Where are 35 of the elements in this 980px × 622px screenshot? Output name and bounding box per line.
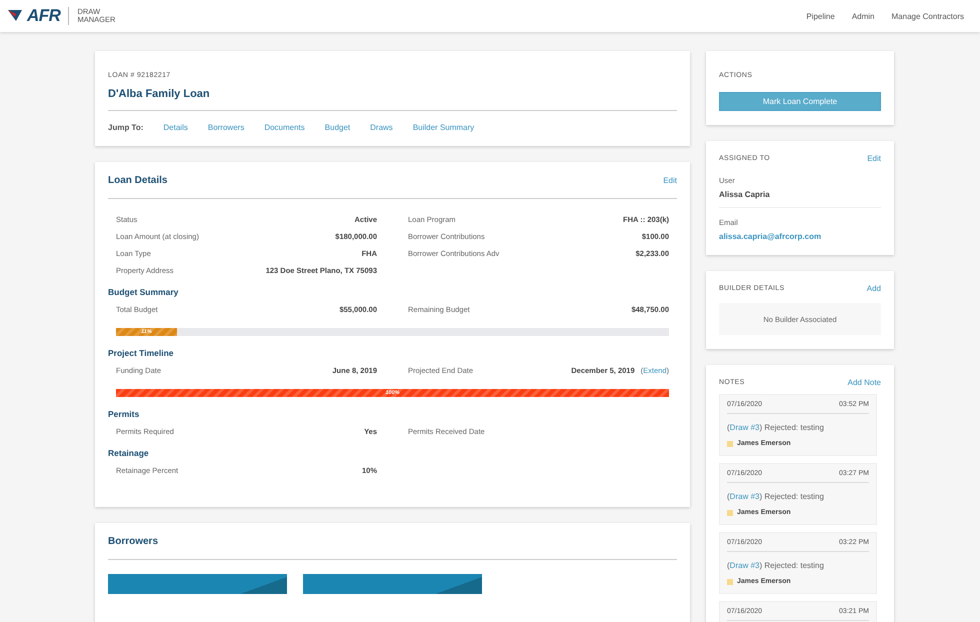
- draw-link[interactable]: Draw #3: [730, 423, 760, 432]
- note-message: (Draw #3) Rejected: testing: [727, 561, 825, 570]
- add-note-link[interactable]: Add Note: [848, 378, 881, 387]
- logo-chevron-icon: [8, 10, 22, 22]
- note-message: (Draw #3) Rejected: testing: [727, 492, 825, 501]
- edit-link[interactable]: Edit: [663, 176, 677, 185]
- user-name: Alissa Capria: [719, 190, 771, 199]
- jump-link[interactable]: Details: [163, 123, 188, 132]
- draw-link[interactable]: Draw #3: [730, 492, 760, 501]
- add-link[interactable]: Add: [866, 284, 881, 293]
- draw-link[interactable]: Draw #3: [730, 561, 760, 570]
- note-message: (Draw #3) Rejected: testing: [727, 423, 825, 432]
- jump-link[interactable]: Borrowers: [208, 123, 244, 132]
- nav-link[interactable]: Manage Contractors: [892, 12, 964, 20]
- loan-title: D'Alba Family Loan: [108, 88, 211, 100]
- logo-text: AFR: [27, 6, 60, 26]
- subsection-title: Budget Summary: [108, 287, 180, 297]
- email-link[interactable]: alissa.capria@afrcorp.com: [719, 232, 881, 241]
- subsection-title: Permits: [108, 409, 140, 419]
- section-title: Loan Details: [108, 175, 168, 186]
- subsection-title: Retainage: [108, 448, 150, 458]
- nav-link[interactable]: Pipeline: [806, 12, 835, 20]
- jump-link[interactable]: Documents: [264, 123, 305, 132]
- jump-link[interactable]: Budget: [324, 123, 350, 132]
- section-title: Borrowers: [108, 536, 160, 547]
- mark-complete-button[interactable]: Mark Loan Complete: [719, 92, 881, 111]
- edit-link[interactable]: Edit: [867, 154, 881, 163]
- subsection-title: Project Timeline: [108, 348, 175, 358]
- nav-link[interactable]: Admin: [852, 12, 875, 20]
- note-icon: [727, 578, 733, 584]
- jump-label: Jump To:: [108, 123, 144, 132]
- note-icon: [727, 510, 733, 516]
- note-icon: [727, 440, 733, 446]
- jump-link[interactable]: Draws: [370, 123, 393, 132]
- jump-link[interactable]: Builder Summary: [412, 123, 474, 132]
